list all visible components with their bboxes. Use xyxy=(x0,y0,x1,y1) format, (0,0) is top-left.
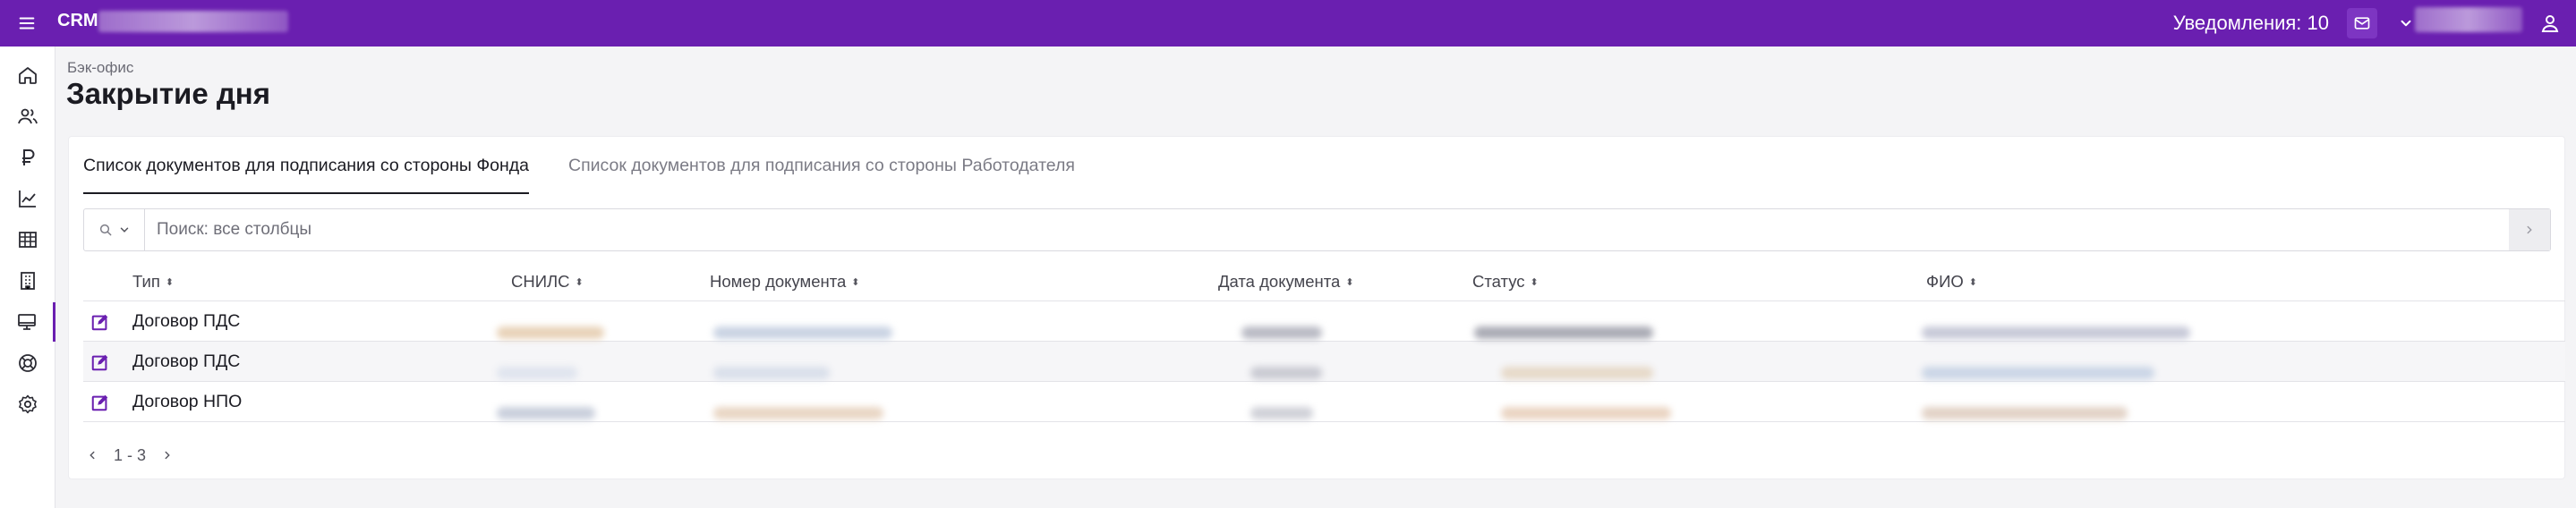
prev-page-button[interactable] xyxy=(83,446,101,464)
table-row[interactable]: Договор ПДС xyxy=(83,301,2565,342)
column-header-document-number[interactable]: Номер документа ⬍ xyxy=(710,262,860,301)
sort-icon: ⬍ xyxy=(1345,277,1354,289)
chevron-left-icon xyxy=(90,451,95,460)
chart-line-icon xyxy=(19,190,36,207)
home-icon xyxy=(19,67,37,84)
user-profile-button[interactable] xyxy=(2535,8,2565,38)
sidebar-item-support[interactable] xyxy=(0,343,55,383)
page-range: 1 - 3 xyxy=(114,445,147,464)
menu-button[interactable] xyxy=(13,9,41,38)
notifications-link[interactable]: Уведомления: 10 xyxy=(2173,9,2329,38)
next-page-button[interactable] xyxy=(158,446,176,464)
app-title: CRM xyxy=(57,11,98,30)
table-icon xyxy=(19,232,37,248)
column-header-status[interactable]: Статус ⬍ xyxy=(1472,262,1539,301)
column-header-snils[interactable]: СНИЛС ⬍ xyxy=(511,262,584,301)
table-row[interactable]: Договор ПДС xyxy=(83,342,2565,382)
table-row[interactable]: Договор НПО xyxy=(83,382,2565,422)
sort-icon: ⬍ xyxy=(165,277,175,289)
page-title: Закрытие дня xyxy=(66,77,270,110)
search-input[interactable] xyxy=(146,209,2491,250)
documents-card: Список документов для подписания со стор… xyxy=(68,136,2565,479)
app-subtitle-redacted xyxy=(98,11,288,32)
sidebar-item-analytics[interactable] xyxy=(0,179,55,218)
sidebar-item-organizations[interactable] xyxy=(0,261,55,301)
edit-icon[interactable] xyxy=(90,393,110,412)
search-icon xyxy=(99,224,111,236)
user-menu-toggle[interactable] xyxy=(2395,8,2417,38)
search-scope-dropdown[interactable] xyxy=(84,209,145,250)
building-icon xyxy=(21,272,35,290)
column-header-document-date[interactable]: Дата документа ⬍ xyxy=(1218,262,1354,301)
edit-icon[interactable] xyxy=(90,352,110,372)
user-icon xyxy=(2541,15,2559,32)
chevron-down-icon xyxy=(2401,20,2411,27)
mail-button[interactable] xyxy=(2347,8,2377,38)
search-submit-button[interactable] xyxy=(2509,209,2550,250)
table-header: Тип ⬍ СНИЛС ⬍ Номер документа ⬍ Дата докуме… xyxy=(83,262,2565,301)
top-bar: CRM Уведомления: 10 xyxy=(0,0,2576,47)
cell-type: Договор НПО xyxy=(132,392,243,411)
sort-icon: ⬍ xyxy=(1968,277,1977,289)
sidebar xyxy=(0,47,55,508)
chevron-right-icon xyxy=(2527,225,2532,234)
chevron-right-icon xyxy=(165,451,170,460)
sort-icon: ⬍ xyxy=(851,277,860,289)
sidebar-item-tables[interactable] xyxy=(0,220,55,259)
users-icon xyxy=(18,108,38,124)
cell-type: Договор ПДС xyxy=(132,311,241,331)
chevron-down-icon xyxy=(120,227,128,233)
search-bar xyxy=(83,208,2551,251)
breadcrumb[interactable]: Бэк-офис xyxy=(67,59,133,77)
monitor-icon xyxy=(17,314,36,330)
mail-icon xyxy=(2354,17,2370,30)
column-header-type[interactable]: Тип ⬍ xyxy=(132,262,174,301)
cell-type: Договор ПДС xyxy=(132,351,241,371)
column-header-full-name[interactable]: ФИО ⬍ xyxy=(1926,262,1977,301)
sort-icon: ⬍ xyxy=(1530,277,1539,289)
sidebar-item-finance[interactable] xyxy=(0,138,55,177)
pagination: 1 - 3 xyxy=(83,439,176,471)
sidebar-item-home[interactable] xyxy=(0,55,55,95)
edit-icon[interactable] xyxy=(90,312,110,332)
sidebar-item-settings[interactable] xyxy=(0,385,55,424)
tab-employer-documents[interactable]: Список документов для подписания со стор… xyxy=(568,137,1075,194)
gear-icon xyxy=(19,394,37,414)
ruble-icon xyxy=(22,149,35,165)
sort-icon: ⬍ xyxy=(575,277,584,289)
sidebar-item-back-office[interactable] xyxy=(0,302,55,342)
sidebar-item-clients[interactable] xyxy=(0,97,55,136)
tab-fund-documents[interactable]: Список документов для подписания со стор… xyxy=(83,137,530,194)
lifebuoy-icon xyxy=(19,354,37,372)
menu-icon xyxy=(19,17,35,30)
user-name-redacted xyxy=(2415,7,2522,32)
